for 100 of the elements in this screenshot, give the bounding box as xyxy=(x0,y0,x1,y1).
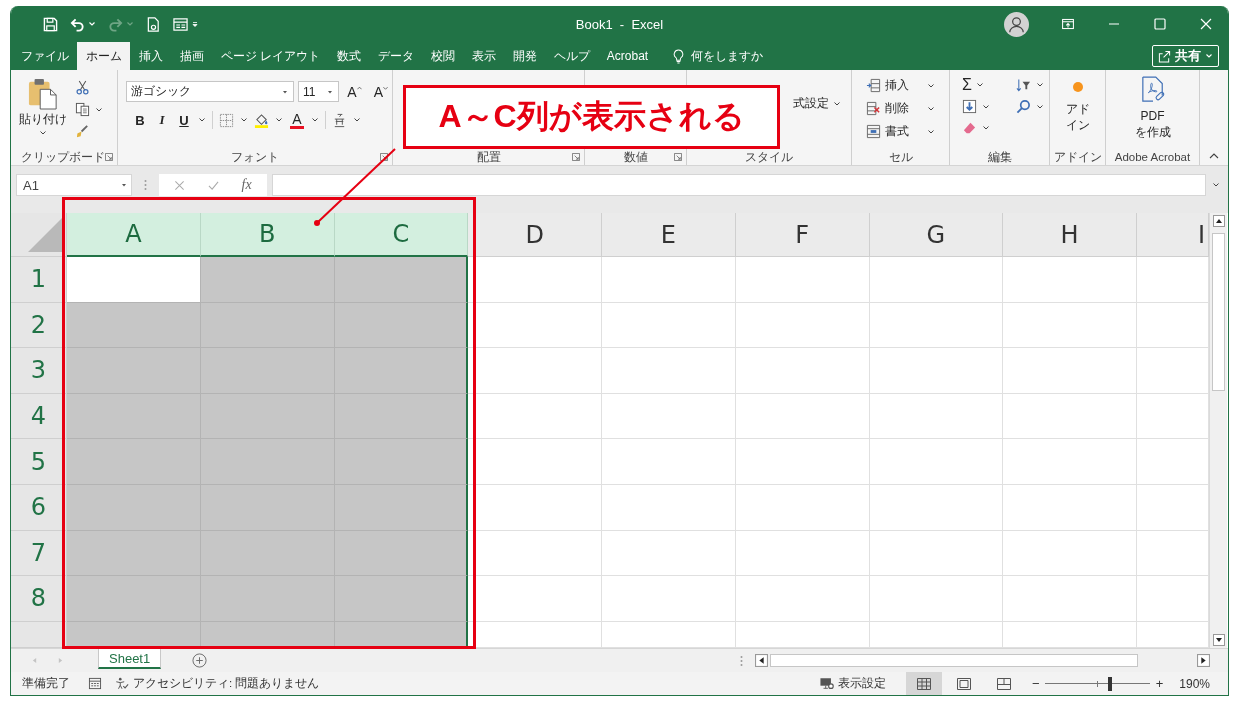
ribbon-tab[interactable]: ホーム xyxy=(77,42,130,70)
caret-icon[interactable] xyxy=(95,105,103,114)
fill-down-icon[interactable] xyxy=(962,99,977,114)
format-cells-button[interactable]: 書式 xyxy=(866,123,949,140)
checkmark-icon[interactable] xyxy=(207,179,219,191)
customize-caret-icon[interactable] xyxy=(191,20,199,28)
ribbon-tab[interactable]: データ xyxy=(369,42,423,70)
add-sheet-icon[interactable] xyxy=(192,653,208,668)
caret-icon[interactable] xyxy=(1035,102,1044,111)
addins-button[interactable]: アドイン xyxy=(1065,76,1090,145)
accessibility-button[interactable]: アクセシビリティ: 問題ありません xyxy=(115,676,320,691)
ribbon-tab[interactable]: Acrobat xyxy=(598,42,657,70)
scissors-icon[interactable] xyxy=(75,80,90,95)
next-sheet-icon[interactable] xyxy=(58,657,63,664)
ribbon-tab[interactable]: 数式 xyxy=(328,42,370,70)
caret-icon[interactable] xyxy=(240,116,248,124)
grow-font-button[interactable]: A xyxy=(343,83,366,100)
column-header[interactable]: G xyxy=(869,213,1004,257)
row-header[interactable]: 8 xyxy=(11,576,67,622)
copy-icon[interactable] xyxy=(75,102,90,117)
expand-caret-icon[interactable] xyxy=(1212,181,1220,189)
macro-record-icon[interactable] xyxy=(88,677,102,690)
shrink-font-button[interactable]: A xyxy=(369,83,392,100)
column-header[interactable]: A xyxy=(67,213,201,257)
row-header[interactable]: 1 xyxy=(11,257,67,303)
column-header[interactable]: E xyxy=(602,213,736,257)
paintbrush-icon[interactable] xyxy=(75,124,90,139)
grip-icon[interactable] xyxy=(740,654,743,667)
display-settings-button[interactable]: 表示設定 xyxy=(820,676,887,691)
sheet-cell[interactable] xyxy=(67,393,201,440)
scroll-down-icon[interactable] xyxy=(1212,634,1225,646)
format-as-table-button[interactable]: 式設定 xyxy=(793,95,841,112)
ribbon-tab[interactable]: 開発 xyxy=(504,42,546,70)
ribbon-tab[interactable]: 挿入 xyxy=(130,42,171,70)
italic-button[interactable]: I xyxy=(154,112,170,128)
print-preview-icon[interactable] xyxy=(146,16,161,32)
row-header[interactable]: 4 xyxy=(11,393,67,440)
share-button[interactable]: 共有 xyxy=(1152,45,1219,67)
grip-icon[interactable] xyxy=(144,179,147,191)
sheet-cell[interactable] xyxy=(67,257,201,303)
create-pdf-button[interactable]: PDF を作成 xyxy=(1134,76,1171,145)
zoom-out-button[interactable]: − xyxy=(1032,676,1040,691)
sheet-cell[interactable] xyxy=(334,484,469,531)
caret-icon[interactable] xyxy=(311,116,319,124)
ribbon-tab[interactable]: ページ レイアウト xyxy=(212,42,329,70)
font-color-button[interactable]: A xyxy=(289,111,305,129)
column-header[interactable]: B xyxy=(200,213,335,257)
undo-icon[interactable] xyxy=(70,16,85,32)
dialog-launcher-icon[interactable] xyxy=(380,152,388,161)
sheet-cell[interactable] xyxy=(200,257,335,303)
caret-icon[interactable] xyxy=(275,116,283,124)
sheet-cell[interactable] xyxy=(334,530,469,577)
column-header[interactable]: H xyxy=(1003,213,1137,257)
ribbon-tab[interactable]: ヘルプ xyxy=(545,42,599,70)
column-header[interactable]: C xyxy=(334,213,469,257)
sheet-cell[interactable] xyxy=(334,302,469,349)
sheet-cell[interactable] xyxy=(334,576,469,622)
sheet-cell[interactable] xyxy=(334,348,469,394)
zoom-slider-thumb[interactable] xyxy=(1107,676,1112,691)
sheet-cell[interactable] xyxy=(67,484,201,531)
scroll-left-icon[interactable] xyxy=(755,654,768,667)
sheet-cell[interactable] xyxy=(67,530,201,577)
tell-me-button[interactable]: 何をしますか xyxy=(672,42,763,70)
caret-icon[interactable] xyxy=(353,116,361,124)
ribbon-tab[interactable]: 表示 xyxy=(463,42,505,70)
avatar-icon[interactable] xyxy=(1004,11,1029,37)
column-header[interactable]: I xyxy=(1137,213,1209,257)
autosum-button[interactable]: Σ xyxy=(962,77,996,93)
underline-button[interactable]: U xyxy=(176,112,192,128)
row-header[interactable]: 6 xyxy=(11,484,67,531)
sheet-tab[interactable]: Sheet1 xyxy=(98,649,162,669)
sheet-cell[interactable] xyxy=(334,257,469,303)
delete-cells-button[interactable]: 削除 xyxy=(866,100,949,117)
save-icon[interactable] xyxy=(43,16,58,32)
row-header[interactable]: 7 xyxy=(11,530,67,577)
row-header[interactable]: 5 xyxy=(11,439,67,485)
normal-view-button[interactable] xyxy=(906,672,943,695)
insert-cells-button[interactable]: 挿入 xyxy=(866,77,949,94)
formula-input[interactable] xyxy=(272,174,1206,196)
name-box[interactable]: A1 xyxy=(16,174,132,196)
search-icon[interactable] xyxy=(1015,99,1031,114)
sheet-cell[interactable] xyxy=(67,576,201,622)
maximize-icon[interactable] xyxy=(1154,18,1166,30)
insert-function-button[interactable]: fx xyxy=(241,177,252,193)
caret-icon[interactable] xyxy=(88,20,96,28)
scrollbar-thumb[interactable] xyxy=(770,654,1138,667)
zoom-in-button[interactable]: + xyxy=(1155,676,1164,691)
sheet-cell[interactable] xyxy=(67,302,201,349)
select-all-button[interactable] xyxy=(11,213,67,257)
font-size-dropdown[interactable]: 11 xyxy=(297,81,340,102)
sheet-cell[interactable] xyxy=(67,439,201,485)
dialog-launcher-icon[interactable] xyxy=(674,152,682,161)
scrollbar-thumb[interactable] xyxy=(1212,233,1225,391)
borders-icon[interactable] xyxy=(219,112,234,128)
row-header[interactable]: 3 xyxy=(11,348,67,394)
horizontal-scrollbar[interactable] xyxy=(755,653,1210,668)
scroll-up-icon[interactable] xyxy=(1212,215,1225,227)
close-icon[interactable] xyxy=(1200,18,1212,30)
cancel-icon[interactable] xyxy=(174,179,186,191)
ribbon-tab[interactable]: 描画 xyxy=(171,42,212,70)
